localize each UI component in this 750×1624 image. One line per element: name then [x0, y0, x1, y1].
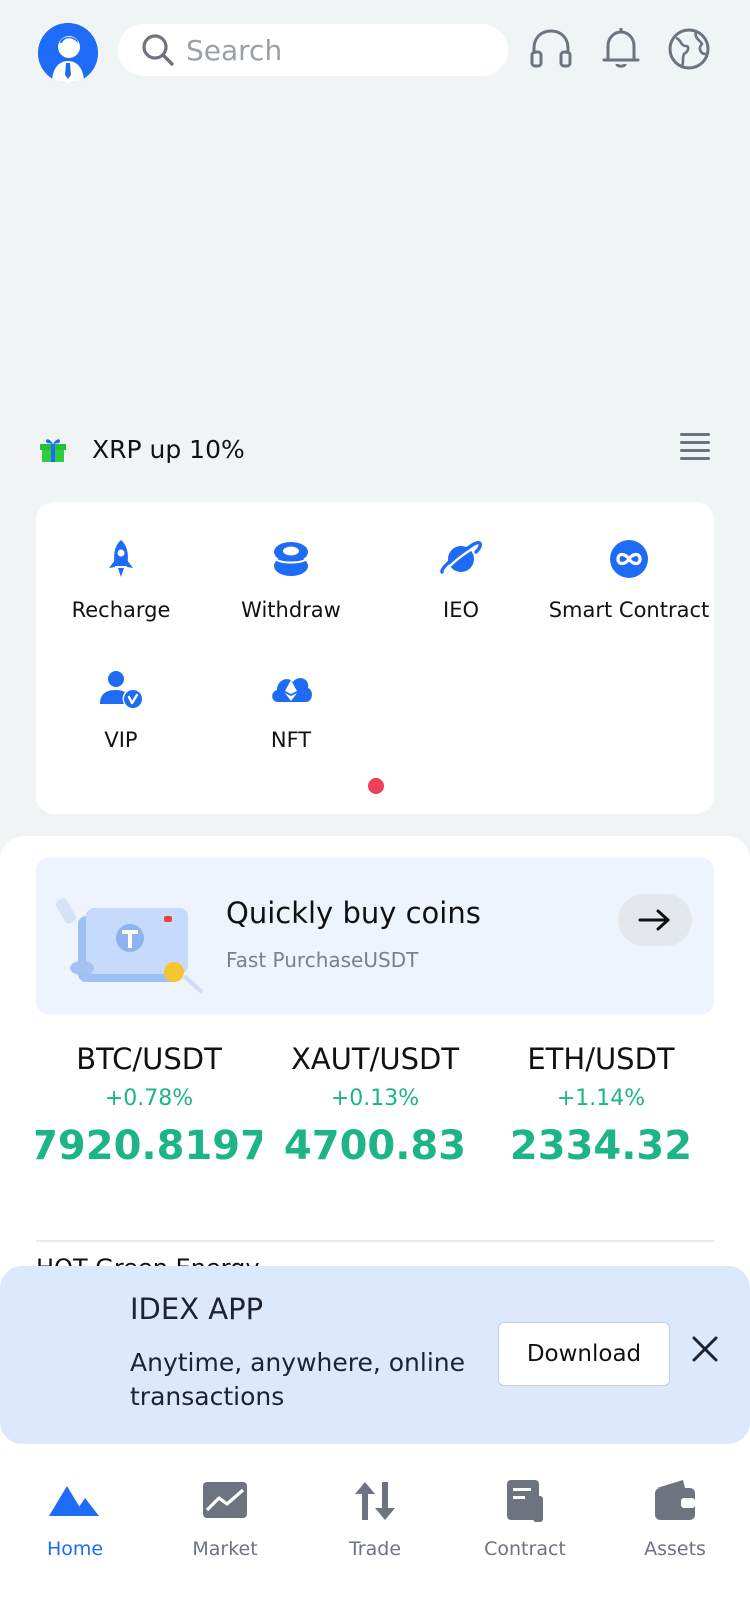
search-bar[interactable]: [118, 24, 508, 76]
quick-action-label: Withdraw: [241, 598, 341, 622]
user-verified-icon: [100, 671, 142, 708]
close-icon[interactable]: [688, 1332, 722, 1366]
document-icon: [507, 1480, 543, 1522]
cloud-ethereum-icon: [272, 678, 312, 702]
quick-buy-banner[interactable]: Quickly buy coins Fast PurchaseUSDT: [36, 858, 714, 1014]
tab-label: Trade: [348, 1538, 402, 1560]
search-input[interactable]: [186, 33, 486, 67]
ticker-pair: ETH/USDT: [527, 1042, 675, 1076]
ticker-btc[interactable]: BTC/USDT +0.78% 77920.81977: [36, 1042, 262, 1169]
ticker-eth[interactable]: ETH/USDT +1.14% 2334.32: [488, 1042, 714, 1169]
ticker-change: +1.14%: [556, 1086, 646, 1111]
announcement-text[interactable]: XRP up 10%: [92, 435, 245, 464]
ticker-price: 2334.32: [509, 1123, 693, 1169]
ticker-pair: BTC/USDT: [76, 1042, 222, 1076]
quick-action-vip[interactable]: VIP: [36, 666, 206, 752]
mountain-home-icon: [49, 1486, 99, 1516]
tab-trade[interactable]: Trade: [300, 1478, 450, 1560]
ticker-xaut[interactable]: XAUT/USDT +0.13% 4700.83: [262, 1042, 488, 1169]
tab-label: Contract: [484, 1538, 566, 1560]
market-tickers: BTC/USDT +0.78% 77920.81977 XAUT/USDT +0…: [36, 1042, 714, 1202]
quick-action-nft[interactable]: NFT: [206, 666, 376, 752]
tab-assets[interactable]: Assets: [600, 1478, 750, 1560]
top-header: [0, 0, 750, 100]
coins-icon: [273, 542, 309, 576]
bottom-tab-bar: Home Market Trade Contract Assets: [0, 1448, 750, 1624]
quick-action-withdraw[interactable]: Withdraw: [206, 536, 376, 622]
user-avatar-icon: [38, 23, 98, 83]
ticker-change: +0.13%: [330, 1086, 420, 1111]
wallet-icon: [655, 1480, 695, 1520]
planet-icon: [440, 541, 482, 574]
quick-action-ieo[interactable]: IEO: [376, 536, 546, 622]
avatar[interactable]: [38, 23, 98, 83]
quick-actions-card: Recharge Withdraw IEO Smart Contract VIP…: [36, 502, 714, 814]
tab-label: Assets: [644, 1538, 706, 1560]
gift-icon: [40, 439, 66, 462]
download-button[interactable]: Download: [498, 1322, 670, 1386]
card-illustration-icon: [55, 898, 204, 994]
swap-arrows-icon: [355, 1482, 395, 1520]
ticker-price: 77920.81977: [36, 1123, 262, 1169]
rocket-icon: [109, 540, 133, 577]
quick-action-label: IEO: [443, 598, 479, 622]
divider: [36, 1240, 714, 1242]
arrow-right-icon: [638, 909, 670, 931]
tab-market[interactable]: Market: [150, 1478, 300, 1560]
tab-label: Market: [192, 1538, 258, 1560]
quick-action-smart-contract[interactable]: Smart Contract: [544, 536, 714, 622]
list-menu-icon[interactable]: [678, 430, 712, 460]
quick-buy-title: Quickly buy coins: [226, 896, 481, 930]
tab-contract[interactable]: Contract: [450, 1478, 600, 1560]
ticker-price: 4700.83: [283, 1123, 467, 1169]
quick-action-recharge[interactable]: Recharge: [36, 536, 206, 622]
quick-action-label: Recharge: [71, 598, 171, 622]
pagination-dot[interactable]: [368, 778, 384, 794]
headset-icon[interactable]: [528, 26, 574, 72]
globe-icon[interactable]: [666, 26, 712, 72]
quick-buy-go-button[interactable]: [618, 894, 692, 946]
tab-home[interactable]: Home: [0, 1478, 150, 1560]
chart-icon: [203, 1482, 247, 1518]
quick-action-label: VIP: [104, 728, 138, 752]
app-download-banner: IDEX APP Anytime, anywhere, online trans…: [0, 1266, 750, 1444]
search-icon: [142, 34, 174, 66]
bell-icon[interactable]: [598, 26, 644, 72]
tab-label: Home: [46, 1538, 104, 1560]
quick-action-label: Smart Contract: [548, 598, 710, 622]
announcement-bar[interactable]: XRP up 10%: [38, 428, 712, 470]
quick-buy-subtitle: Fast PurchaseUSDT: [226, 948, 419, 972]
infinity-icon: [610, 540, 648, 578]
quick-action-label: NFT: [270, 728, 312, 752]
ticker-change: +0.78%: [104, 1086, 194, 1111]
app-subtitle: Anytime, anywhere, online transactions: [130, 1348, 466, 1411]
app-title: IDEX APP: [130, 1292, 264, 1326]
ticker-pair: XAUT/USDT: [290, 1042, 460, 1076]
